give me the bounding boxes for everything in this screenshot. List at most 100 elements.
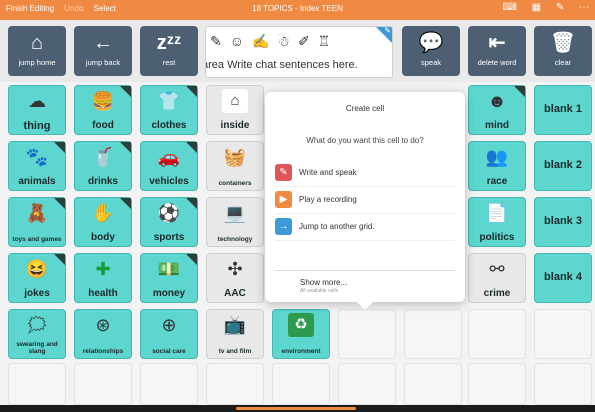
popup-pointer <box>357 302 373 310</box>
divider <box>275 270 455 271</box>
jump-back-label: jump back <box>85 58 121 67</box>
cell-toys-and-games[interactable]: 🧸 toys and games <box>8 197 66 247</box>
clear-button[interactable]: 🗑 clear <box>534 26 592 76</box>
grid-icon[interactable]: ▦ <box>532 2 541 13</box>
care-icon: ⊕ <box>161 315 177 335</box>
speak-label: speak <box>420 58 441 67</box>
empty-cell[interactable] <box>404 363 462 405</box>
more-icon[interactable]: ⋯ <box>579 2 589 13</box>
trash-icon: 🗑 <box>550 32 576 54</box>
empty-cell[interactable] <box>404 309 462 359</box>
cell-label: sports <box>153 232 185 243</box>
home-indicator[interactable] <box>236 407 356 410</box>
sentence-symbols: ✎☺✍☃✐♖ <box>210 33 339 49</box>
cell-label: containers <box>218 180 252 187</box>
cell-label: social care <box>152 348 186 355</box>
bottom-bar <box>0 405 595 412</box>
cell-swearing-and-slang[interactable]: 🗯 swearing and slang <box>8 309 66 359</box>
computer-icon: 💻 <box>223 203 247 223</box>
cell-food[interactable]: 🍔 food <box>74 85 132 135</box>
delete-word-button[interactable]: ⇤ delete word <box>468 26 526 76</box>
document-icon: 📄 <box>485 203 509 223</box>
jump-to-grid-option[interactable]: → Jump to another grid. <box>275 216 455 241</box>
cell-label: money <box>152 288 186 299</box>
cell-containers[interactable]: 🧺 containers <box>206 141 264 191</box>
empty-cell[interactable] <box>140 363 198 405</box>
sentence-text: area Write chat sentences here. <box>205 59 358 71</box>
empty-cell[interactable] <box>338 363 396 405</box>
cell-sports[interactable]: ⚽ sports <box>140 197 198 247</box>
jump-home-label: jump home <box>18 58 56 67</box>
handcuffs-icon: ⚯ <box>489 259 505 279</box>
cross-icon: ✚ <box>95 259 111 279</box>
cell-inside[interactable]: ⌂ inside <box>206 85 264 135</box>
empty-cell[interactable] <box>74 363 132 405</box>
shape-icon: ☁ <box>28 91 46 111</box>
home-icon: ⌂ <box>30 32 44 54</box>
cell-body[interactable]: ✋ body <box>74 197 132 247</box>
cell-drinks[interactable]: 🥤 drinks <box>74 141 132 191</box>
cell-politics[interactable]: 📄 politics <box>468 197 526 247</box>
cell-vehicles[interactable]: 🚗 vehicles <box>140 141 198 191</box>
cell-blank-4[interactable]: blank 4 <box>534 253 592 303</box>
folder-corner <box>120 86 131 97</box>
cell-technology[interactable]: 💻 technology <box>206 197 264 247</box>
jump-back-button[interactable]: ← jump back <box>74 26 132 76</box>
speak-button[interactable]: 💬 speak <box>402 26 460 76</box>
cell-label: tv and film <box>218 348 252 355</box>
recycle-icon: ♻ <box>288 313 314 337</box>
cell-clothes[interactable]: 👕 clothes <box>140 85 198 135</box>
empty-cell[interactable] <box>468 363 526 405</box>
cell-label: blank 2 <box>544 159 582 171</box>
cell-relationships[interactable]: ⊛ relationships <box>74 309 132 359</box>
cell-jokes[interactable]: 😆 jokes <box>8 253 66 303</box>
cell-label: crime <box>483 288 511 299</box>
empty-cell[interactable] <box>338 309 396 359</box>
play-icon: ▶ <box>275 191 292 208</box>
cell-social-care[interactable]: ⊕ social care <box>140 309 198 359</box>
folder-corner <box>514 86 525 97</box>
aac-icon: ✣ <box>227 259 243 279</box>
tv-icon: 📺 <box>223 315 247 335</box>
cell-environment[interactable]: ♻ environment <box>272 309 330 359</box>
empty-cell[interactable] <box>272 363 330 405</box>
empty-cell[interactable] <box>534 309 592 359</box>
empty-cell[interactable] <box>468 309 526 359</box>
cell-blank-1[interactable]: blank 1 <box>534 85 592 135</box>
sentence-bar[interactable]: ✎☺✍☃✐♖ area Write chat sentences here. ✎ <box>205 26 393 78</box>
wrench-icon[interactable]: ✎ <box>556 2 564 13</box>
cell-tv-and-film[interactable]: 📺 tv and film <box>206 309 264 359</box>
cell-crime[interactable]: ⚯ crime <box>468 253 526 303</box>
containers-icon: 🧺 <box>223 147 247 167</box>
show-more-link[interactable]: Show more... <box>300 278 347 287</box>
play-recording-option[interactable]: ▶ Play a recording <box>275 189 455 214</box>
cell-label: drinks <box>87 176 118 187</box>
cell-label: inside <box>220 120 250 131</box>
cell-blank-2[interactable]: blank 2 <box>534 141 592 191</box>
people-icon: 👥 <box>485 147 509 167</box>
arrow-right-icon: → <box>275 218 292 235</box>
cell-mind[interactable]: ☻ mind <box>468 85 526 135</box>
keyboard-icon[interactable]: ⌨ <box>502 2 516 13</box>
jump-home-button[interactable]: ⌂ jump home <box>8 26 66 76</box>
empty-cell[interactable] <box>206 363 264 405</box>
cell-blank-3[interactable]: blank 3 <box>534 197 592 247</box>
option-label: Write and speak <box>299 168 357 177</box>
write-and-speak-option[interactable]: ✎ Write and speak <box>275 162 455 187</box>
empty-cell[interactable] <box>534 363 592 405</box>
create-cell-popup: Create cell What do you want this cell t… <box>265 92 465 310</box>
cell-money[interactable]: 💵 money <box>140 253 198 303</box>
cell-label: mind <box>485 120 509 131</box>
empty-cell[interactable] <box>8 363 66 405</box>
cell-health[interactable]: ✚ health <box>74 253 132 303</box>
cell-animals[interactable]: 🐾 animals <box>8 141 66 191</box>
cell-label: body <box>91 232 115 243</box>
cell-race[interactable]: 👥 race <box>468 141 526 191</box>
rest-button[interactable]: zᶻᶻ rest <box>140 26 198 76</box>
cell-thing[interactable]: ☁ thing <box>8 85 66 135</box>
folder-corner <box>54 142 65 153</box>
cell-aac[interactable]: ✣ AAC <box>206 253 264 303</box>
cell-label: jokes <box>24 288 50 299</box>
show-more-subtext: All available cells <box>300 288 339 294</box>
option-label: Jump to another grid. <box>299 222 375 231</box>
